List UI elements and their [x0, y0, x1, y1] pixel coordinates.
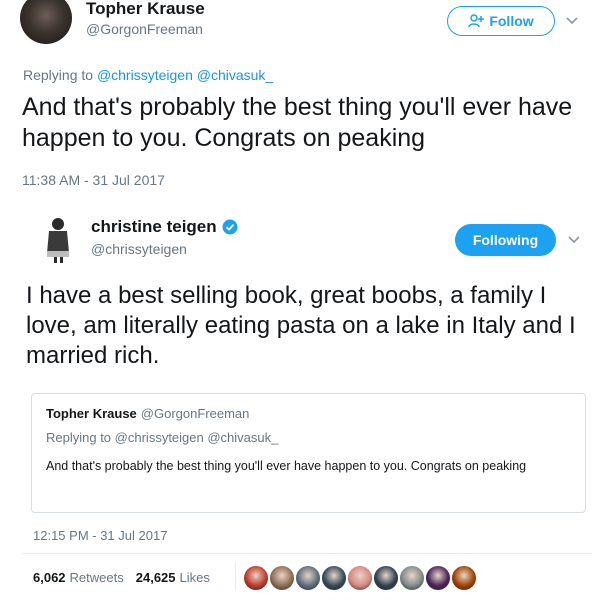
timestamp[interactable]: 11:38 AM - 31 Jul 2017 [22, 172, 165, 188]
author-handle[interactable]: @chrissyteigen [91, 241, 187, 257]
retweets-count: 6,062 [33, 570, 66, 585]
quoted-tweet[interactable]: Topher Krause @GorgonFreeman Replying to … [31, 393, 586, 513]
verified-badge-icon [222, 219, 238, 235]
likes-label: Likes [179, 570, 210, 585]
quoted-replying-prefix: Replying to [46, 430, 112, 445]
chevron-down-icon[interactable] [566, 232, 582, 248]
liker-avatar[interactable] [400, 566, 424, 590]
stats-separator [235, 562, 236, 590]
retweets-label: Retweets [69, 570, 124, 585]
liker-avatar[interactable] [322, 566, 346, 590]
follow-label: Follow [489, 13, 534, 29]
likers-avatars [244, 566, 478, 590]
quoted-author-name: Topher Krause [46, 406, 137, 421]
add-user-icon [468, 14, 485, 28]
quoted-replying-to: Replying to @chrissyteigen @chivasuk_ [46, 430, 278, 445]
author-name[interactable]: Topher Krause [86, 0, 205, 19]
replying-mentions[interactable]: @chrissyteigen @chivasuk_ [97, 67, 273, 83]
liker-avatar[interactable] [374, 566, 398, 590]
follow-button[interactable]: Follow [447, 6, 555, 36]
liker-avatar[interactable] [244, 566, 268, 590]
following-button[interactable]: Following [455, 224, 556, 256]
liker-avatar[interactable] [348, 566, 372, 590]
author-name-label: christine teigen [91, 217, 217, 236]
timestamp[interactable]: 12:15 PM - 31 Jul 2017 [33, 528, 167, 543]
avatar[interactable] [40, 215, 76, 263]
quoted-author-handle: @GorgonFreeman [140, 406, 250, 421]
liker-avatar[interactable] [426, 566, 450, 590]
quoted-replying-mentions: @chrissyteigen @chivasuk_ [114, 430, 279, 445]
tweet-stats: 6,062 Retweets 24,625 Likes [33, 570, 210, 585]
replying-prefix: Replying to [23, 67, 94, 83]
liker-avatar[interactable] [452, 566, 476, 590]
tweet-text: And that's probably the best thing you'l… [22, 93, 573, 152]
quoted-text: And that's probably the best thing you'l… [46, 459, 527, 473]
chevron-down-icon[interactable] [564, 13, 580, 29]
author-name[interactable]: christine teigen [91, 217, 238, 237]
liker-avatar[interactable] [270, 566, 294, 590]
quoted-author: Topher Krause @GorgonFreeman [46, 406, 249, 421]
tweet-text: I have a best selling book, great boobs,… [26, 282, 576, 369]
likes-count: 24,625 [135, 570, 176, 585]
divider [22, 553, 592, 554]
replying-to: Replying to @chrissyteigen @chivasuk_ [23, 67, 273, 83]
liker-avatar[interactable] [296, 566, 320, 590]
likes-stat[interactable]: 24,625 Likes [136, 570, 210, 585]
avatar[interactable] [20, 0, 72, 44]
author-handle[interactable]: @GorgonFreeman [86, 21, 203, 37]
retweets-stat[interactable]: 6,062 Retweets [33, 570, 124, 585]
